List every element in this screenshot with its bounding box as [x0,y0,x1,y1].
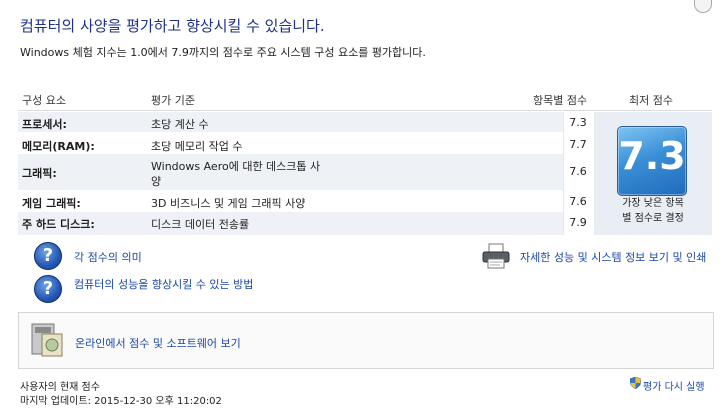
base-score-value: 7.3 [618,134,686,178]
subscore-value: 7.7 [569,138,587,151]
rerun-assessment-link[interactable]: 평가 다시 실행 [643,378,705,393]
component-label: 메모리(RAM): [22,140,95,153]
base-score-caption: 가장 낮은 항목 별 점수로 결정 [598,196,708,226]
improve-performance-link[interactable]: 컴퓨터의 성능을 향상시킬 수 있는 방법 [74,276,253,292]
criteria-text: 3D 비즈니스 및 게임 그래픽 사양 [151,197,306,210]
question-circle-icon: ? [34,275,62,303]
base-score-caption-line: 별 점수로 결정 [622,213,684,224]
column-header-component: 구성 요소 [22,94,66,107]
page-title: 컴퓨터의 사양을 평가하고 향상시킬 수 있습니다. [20,17,325,35]
question-circle-icon: ? [34,242,62,270]
uac-shield-icon [630,377,641,389]
subscore-value: 7.6 [569,165,587,178]
subscore-value: 7.3 [569,116,587,129]
column-header-basescore: 최저 점수 [629,94,673,107]
table-row [18,133,563,153]
criteria-text: 디스크 데이터 전송률 [151,218,250,231]
component-label: 그래픽: [22,167,57,180]
table-row [18,212,563,235]
criteria-text: 초당 메모리 작업 수 [151,140,243,153]
component-label: 게임 그래픽: [22,197,81,210]
criteria-text: 초당 계산 수 [151,118,209,131]
base-score-caption-line: 가장 낮은 항목 [622,198,684,209]
component-label: 주 하드 디스크: [22,218,95,231]
window-corner-control[interactable] [694,0,712,13]
component-label: 프로세서: [22,118,67,131]
subscore-value: 7.6 [569,195,587,208]
page-subtitle: Windows 체험 지수는 1.0에서 7.9까지의 점수로 주요 시스템 구… [20,46,426,59]
score-meaning-link[interactable]: 각 점수의 의미 [74,249,142,265]
criteria-text-continued: 양 [151,175,162,188]
printer-icon [482,243,510,269]
criteria-text: Windows Aero에 대한 데스크톱 사 [151,160,321,173]
computer-software-icon [31,323,63,357]
subscore-value: 7.9 [569,216,587,229]
header-divider [18,110,712,111]
column-header-subscore: 항목별 점수 [533,94,588,107]
details-print-link[interactable]: 자세한 성능 및 시스템 정보 보기 및 인쇄 [520,249,706,265]
current-score-label: 사용자의 현재 점수 [20,382,100,393]
online-software-link[interactable]: 온라인에서 점수 및 소프트웨어 보기 [75,335,241,351]
last-update-text: 마지막 업데이트: 2015-12-30 오후 11:20:02 [20,396,222,407]
column-header-criteria: 평가 기준 [151,94,195,107]
table-row [18,112,563,132]
